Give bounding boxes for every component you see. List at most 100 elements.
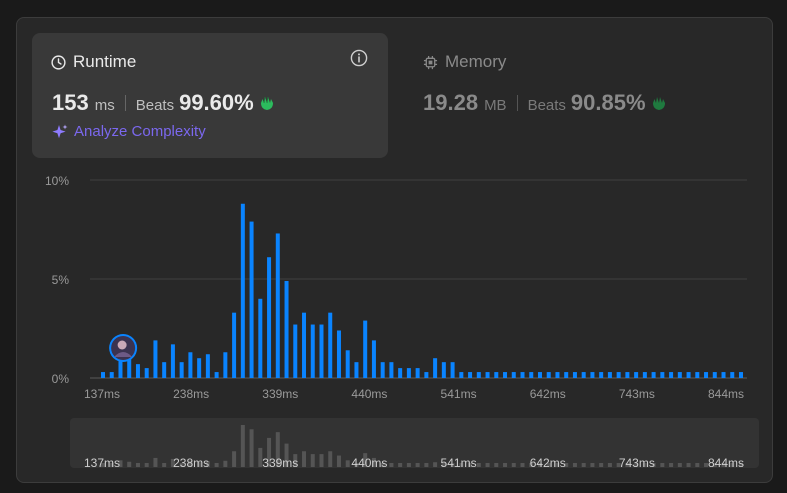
minimap-bar: [214, 463, 219, 467]
histogram-bar[interactable]: [267, 257, 272, 378]
minimap-bar: [328, 451, 333, 467]
histogram-bar[interactable]: [310, 324, 315, 378]
minimap-tick-label: 137ms: [84, 456, 120, 470]
histogram-bar[interactable]: [634, 372, 639, 378]
histogram-bar[interactable]: [546, 372, 551, 378]
x-tick-label: 743ms: [619, 387, 655, 401]
histogram-bar[interactable]: [319, 324, 324, 378]
histogram-bar[interactable]: [468, 372, 473, 378]
minimap-bar: [695, 463, 700, 467]
histogram-bar[interactable]: [537, 372, 542, 378]
histogram-bar[interactable]: [249, 221, 254, 378]
minimap-bar: [494, 463, 499, 467]
minimap-bar: [433, 462, 438, 467]
histogram-bar[interactable]: [677, 372, 682, 378]
histogram-bar[interactable]: [240, 203, 245, 378]
histogram-bar[interactable]: [459, 372, 464, 378]
x-tick-label: 642ms: [530, 387, 566, 401]
histogram-bar[interactable]: [704, 372, 709, 378]
minimap-bar: [398, 463, 403, 467]
histogram-bar[interactable]: [380, 362, 385, 378]
histogram-bar[interactable]: [197, 358, 202, 378]
histogram-bar[interactable]: [424, 372, 429, 378]
histogram-bar[interactable]: [188, 352, 193, 378]
histogram-bar[interactable]: [564, 372, 569, 378]
histogram-bar[interactable]: [109, 372, 114, 378]
histogram-bar[interactable]: [651, 372, 656, 378]
histogram-bar[interactable]: [232, 312, 237, 378]
user-avatar-icon[interactable]: [109, 334, 138, 362]
minimap-bar: [319, 454, 324, 467]
histogram-bar[interactable]: [572, 372, 577, 378]
histogram-bar[interactable]: [607, 372, 612, 378]
histogram-bar[interactable]: [135, 364, 140, 378]
chart-x-ticks: 137ms 238ms 339ms 440ms 541ms 642ms 743ms 844ms: [84, 387, 744, 401]
histogram-bar[interactable]: [739, 372, 743, 378]
histogram-bar[interactable]: [520, 372, 525, 378]
histogram-bar[interactable]: [398, 368, 403, 378]
histogram-bar[interactable]: [441, 362, 446, 378]
x-tick-label: 440ms: [351, 387, 387, 401]
minimap-bar: [153, 457, 158, 467]
histogram-bar[interactable]: [275, 233, 280, 378]
histogram-bar[interactable]: [101, 372, 105, 378]
histogram-bar[interactable]: [599, 372, 604, 378]
histogram-bar[interactable]: [354, 362, 359, 378]
histogram-bar[interactable]: [406, 368, 411, 378]
chart-grid: 0% 5% 10%: [45, 174, 747, 386]
histogram-bar[interactable]: [328, 312, 333, 378]
histogram-bar[interactable]: [476, 372, 481, 378]
minimap-bar: [607, 463, 612, 467]
histogram-bar[interactable]: [170, 344, 175, 378]
histogram-bar[interactable]: [695, 372, 700, 378]
histogram-bar[interactable]: [153, 340, 158, 378]
minimap-bar: [249, 429, 254, 467]
histogram-bar[interactable]: [616, 372, 621, 378]
histogram-bar[interactable]: [686, 372, 691, 378]
avatar-face: [117, 340, 127, 350]
minimap-tick-label: 541ms: [441, 456, 477, 470]
histogram-bar[interactable]: [555, 372, 560, 378]
x-tick-label: 238ms: [173, 387, 209, 401]
histogram-bar[interactable]: [642, 372, 647, 378]
histogram-bar[interactable]: [363, 320, 368, 378]
minimap-bar: [503, 463, 508, 467]
y-tick-label: 0%: [52, 372, 70, 386]
histogram-bar[interactable]: [660, 372, 665, 378]
histogram-bar[interactable]: [179, 362, 184, 378]
histogram-bar[interactable]: [625, 372, 630, 378]
histogram-bar[interactable]: [485, 372, 490, 378]
histogram-bar[interactable]: [302, 312, 307, 378]
minimap-bar: [669, 463, 674, 467]
histogram-bar[interactable]: [223, 352, 228, 378]
histogram-bar[interactable]: [730, 372, 735, 378]
histogram-bar[interactable]: [529, 372, 534, 378]
histogram-bar[interactable]: [511, 372, 516, 378]
minimap-bar: [345, 460, 350, 467]
histogram-bar[interactable]: [669, 372, 674, 378]
histogram-bar[interactable]: [162, 362, 167, 378]
histogram-bar[interactable]: [503, 372, 508, 378]
histogram-bar[interactable]: [590, 372, 595, 378]
minimap-tick-label: 743ms: [619, 456, 655, 470]
histogram-bar[interactable]: [284, 280, 289, 378]
histogram-bar[interactable]: [415, 368, 420, 378]
histogram-bar[interactable]: [389, 362, 394, 378]
histogram-bar[interactable]: [712, 372, 717, 378]
histogram-bar[interactable]: [293, 324, 298, 378]
histogram-bar[interactable]: [494, 372, 499, 378]
histogram-bar[interactable]: [721, 372, 726, 378]
histogram-bar[interactable]: [345, 350, 350, 378]
histogram-bar[interactable]: [581, 372, 586, 378]
chart-bars: [101, 203, 743, 378]
histogram-bar[interactable]: [205, 354, 210, 378]
histogram-bar[interactable]: [433, 358, 438, 378]
minimap-bar: [686, 463, 691, 467]
histogram-bar[interactable]: [214, 372, 219, 378]
histogram-bar[interactable]: [371, 340, 376, 378]
histogram-bar[interactable]: [336, 330, 341, 378]
histogram-bar[interactable]: [144, 368, 149, 378]
histogram-bar[interactable]: [450, 362, 455, 378]
chart-minimap[interactable]: 137ms 238ms 339ms 440ms 541ms 642ms 743ms 844ms: [70, 418, 759, 470]
histogram-bar[interactable]: [258, 298, 263, 378]
